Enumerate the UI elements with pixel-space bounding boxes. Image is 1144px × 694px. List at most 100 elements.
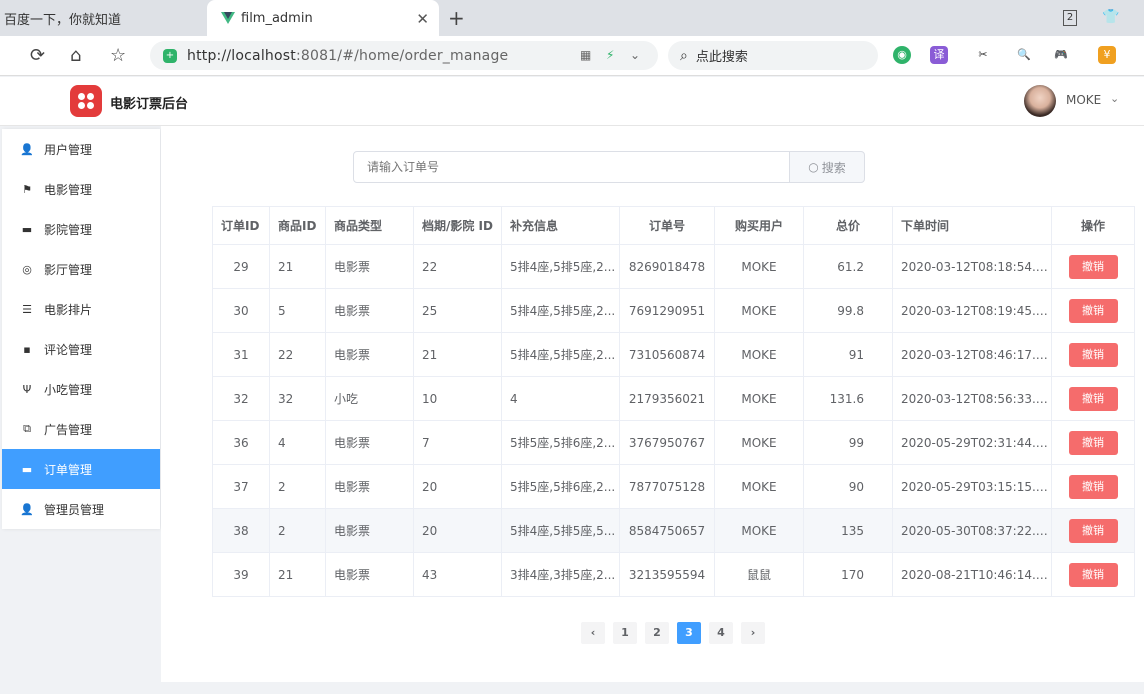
- table-cell: 22: [413, 244, 502, 289]
- browser-search-box[interactable]: ⌕ 点此搜索: [668, 41, 878, 70]
- revoke-button[interactable]: 撤销: [1068, 430, 1118, 455]
- revoke-button[interactable]: 撤销: [1068, 342, 1118, 367]
- browser-toolbar: ⟳ ⌂ ☆ + http://localhost:8081/#/home/ord…: [0, 36, 1144, 76]
- revoke-button[interactable]: 撤销: [1068, 386, 1118, 411]
- action-cell: 撤销: [1051, 332, 1135, 377]
- new-tab-icon[interactable]: +: [448, 6, 465, 30]
- home-icon[interactable]: ⌂: [70, 45, 81, 66]
- sidebar-item-hall[interactable]: ◎ 影厅管理: [2, 249, 160, 289]
- address-bar[interactable]: + http://localhost:8081/#/home/order_man…: [150, 41, 658, 70]
- sidebar-item-order[interactable]: ▬ 订单管理: [2, 449, 160, 489]
- sidebar-item-snack[interactable]: Ψ 小吃管理: [2, 369, 160, 409]
- table-cell: 4: [501, 376, 620, 421]
- sidebar-item-cinema[interactable]: ▬ 影院管理: [2, 209, 160, 249]
- table-cell: 61.2: [803, 244, 893, 289]
- list-icon: ☰: [22, 302, 32, 316]
- column-header: 购买用户: [714, 206, 804, 245]
- table-cell: 29: [212, 244, 270, 289]
- lightning-icon[interactable]: ⚡: [606, 48, 614, 62]
- table-cell: 31: [212, 332, 270, 377]
- revoke-button[interactable]: 撤销: [1068, 298, 1118, 323]
- action-cell: 撤销: [1051, 288, 1135, 333]
- username[interactable]: MOKE: [1066, 93, 1101, 107]
- table-cell: 电影票: [325, 332, 414, 377]
- table-cell: 电影票: [325, 508, 414, 553]
- tab-title: 百度一下，你就知道: [4, 12, 122, 28]
- column-header: 订单ID: [212, 206, 270, 245]
- table-cell: 3767950767: [619, 420, 715, 465]
- table-cell: 7691290951: [619, 288, 715, 333]
- table-cell: 170: [803, 552, 893, 597]
- column-header: 下单时间: [892, 206, 1052, 245]
- table-row: 32 32 小吃 10 4 2179356021 MOKE 131.6 2020-03-12T0…: [212, 376, 1135, 421]
- sidebar-item-ad[interactable]: ⧉ 广告管理: [2, 409, 160, 449]
- order-search-input[interactable]: [353, 151, 790, 183]
- column-header: 操作: [1051, 206, 1135, 245]
- prev-page-button[interactable]: ‹: [581, 622, 605, 644]
- revoke-button[interactable]: 撤销: [1068, 518, 1118, 543]
- revoke-button[interactable]: 撤销: [1068, 562, 1118, 587]
- revoke-button[interactable]: 撤销: [1068, 474, 1118, 499]
- reload-icon[interactable]: ⟳: [30, 45, 45, 66]
- table-cell: MOKE: [714, 288, 804, 333]
- table-cell: 小吃: [325, 376, 414, 421]
- table-cell: MOKE: [714, 332, 804, 377]
- browser-tab-film-admin[interactable]: film_admin ✕: [207, 0, 439, 36]
- sidebar-item-admin[interactable]: 👤 管理员管理: [2, 489, 160, 529]
- table-cell: 5排5座,5排6座,2...: [501, 464, 620, 509]
- table-cell: 5排4座,5排5座,2...: [501, 288, 620, 333]
- sidebar-item-movie[interactable]: ⚑ 电影管理: [2, 169, 160, 209]
- game-icon[interactable]: 🎮: [1052, 46, 1070, 64]
- table-row: 36 4 电影票 7 5排5座,5排6座,2... 3767950767 MOKE 99 202…: [212, 420, 1135, 465]
- table-header-row: 订单ID 商品ID 商品类型 档期/影院 ID 补充信息 订单号 购买用户 总价 下单时间 操作: [212, 206, 1135, 245]
- tab-title: film_admin: [241, 10, 313, 26]
- table-row: 30 5 电影票 25 5排4座,5排5座,2... 7691290951 MOKE 99.8…: [212, 288, 1135, 333]
- scissors-icon[interactable]: ✂: [974, 46, 992, 64]
- table-cell: 43: [413, 552, 502, 597]
- page-2-button[interactable]: 2: [645, 622, 669, 644]
- search-placeholder: 点此搜索: [695, 50, 748, 65]
- table-cell: MOKE: [714, 464, 804, 509]
- user-avatar[interactable]: [1024, 85, 1056, 117]
- table-cell: 鼠鼠: [714, 552, 804, 597]
- cinema-icon: ▬: [21, 222, 33, 236]
- table-cell: 5: [269, 288, 326, 333]
- qr-code-icon[interactable]: ▦: [580, 48, 591, 62]
- browser-tab-baidu[interactable]: 百度一下，你就知道: [0, 0, 205, 36]
- page-1-button[interactable]: 1: [613, 622, 637, 644]
- table-body: 29 21 电影票 22 5排4座,5排5座,2... 8269018478 MOKE 61.…: [212, 244, 1135, 597]
- table-cell: 4: [269, 420, 326, 465]
- revoke-button[interactable]: 撤销: [1068, 254, 1118, 279]
- extension-green-icon[interactable]: ◉: [893, 46, 911, 64]
- table-cell: 2: [269, 508, 326, 553]
- close-tab-icon[interactable]: ✕: [416, 10, 429, 28]
- search-button[interactable]: ○ 搜索: [789, 151, 865, 183]
- bookmark-star-icon[interactable]: ☆: [110, 45, 126, 66]
- table-cell: 5排4座,5排5座,2...: [501, 332, 620, 377]
- browser-tabstrip: 百度一下，你就知道 film_admin ✕ + 2 👕: [0, 0, 1144, 36]
- sidebar-item-comment[interactable]: ▪ 评论管理: [2, 329, 160, 369]
- tab-count-badge[interactable]: 2: [1063, 10, 1077, 26]
- page-3-button[interactable]: 3: [677, 622, 701, 644]
- table-cell: 2020-03-12T08:56:33.0...: [892, 376, 1052, 421]
- sidebar-item-schedule[interactable]: ☰ 电影排片: [2, 289, 160, 329]
- table-cell: 2020-08-21T10:46:14.0...: [892, 552, 1052, 597]
- table-cell: 21: [269, 552, 326, 597]
- magnifier-extension-icon[interactable]: 🔍: [1015, 46, 1033, 64]
- sidebar-item-user[interactable]: 👤 用户管理: [2, 129, 160, 169]
- shield-extension-icon[interactable]: ¥: [1098, 46, 1116, 64]
- skin-icon[interactable]: 👕: [1102, 9, 1119, 25]
- translate-icon[interactable]: 译: [930, 46, 948, 64]
- action-cell: 撤销: [1051, 508, 1135, 553]
- admin-icon: 👤: [20, 502, 34, 516]
- site-secure-icon: +: [163, 48, 177, 63]
- search-icon: ⌕: [680, 47, 688, 64]
- chevron-down-icon[interactable]: ⌄: [630, 48, 640, 62]
- next-page-button[interactable]: ›: [741, 622, 765, 644]
- table-cell: 30: [212, 288, 270, 333]
- chevron-down-icon[interactable]: ⌄: [1110, 92, 1119, 105]
- table-cell: 5排4座,5排5座,5...: [501, 508, 620, 553]
- page-4-button[interactable]: 4: [709, 622, 733, 644]
- table-cell: MOKE: [714, 376, 804, 421]
- action-cell: 撤销: [1051, 552, 1135, 597]
